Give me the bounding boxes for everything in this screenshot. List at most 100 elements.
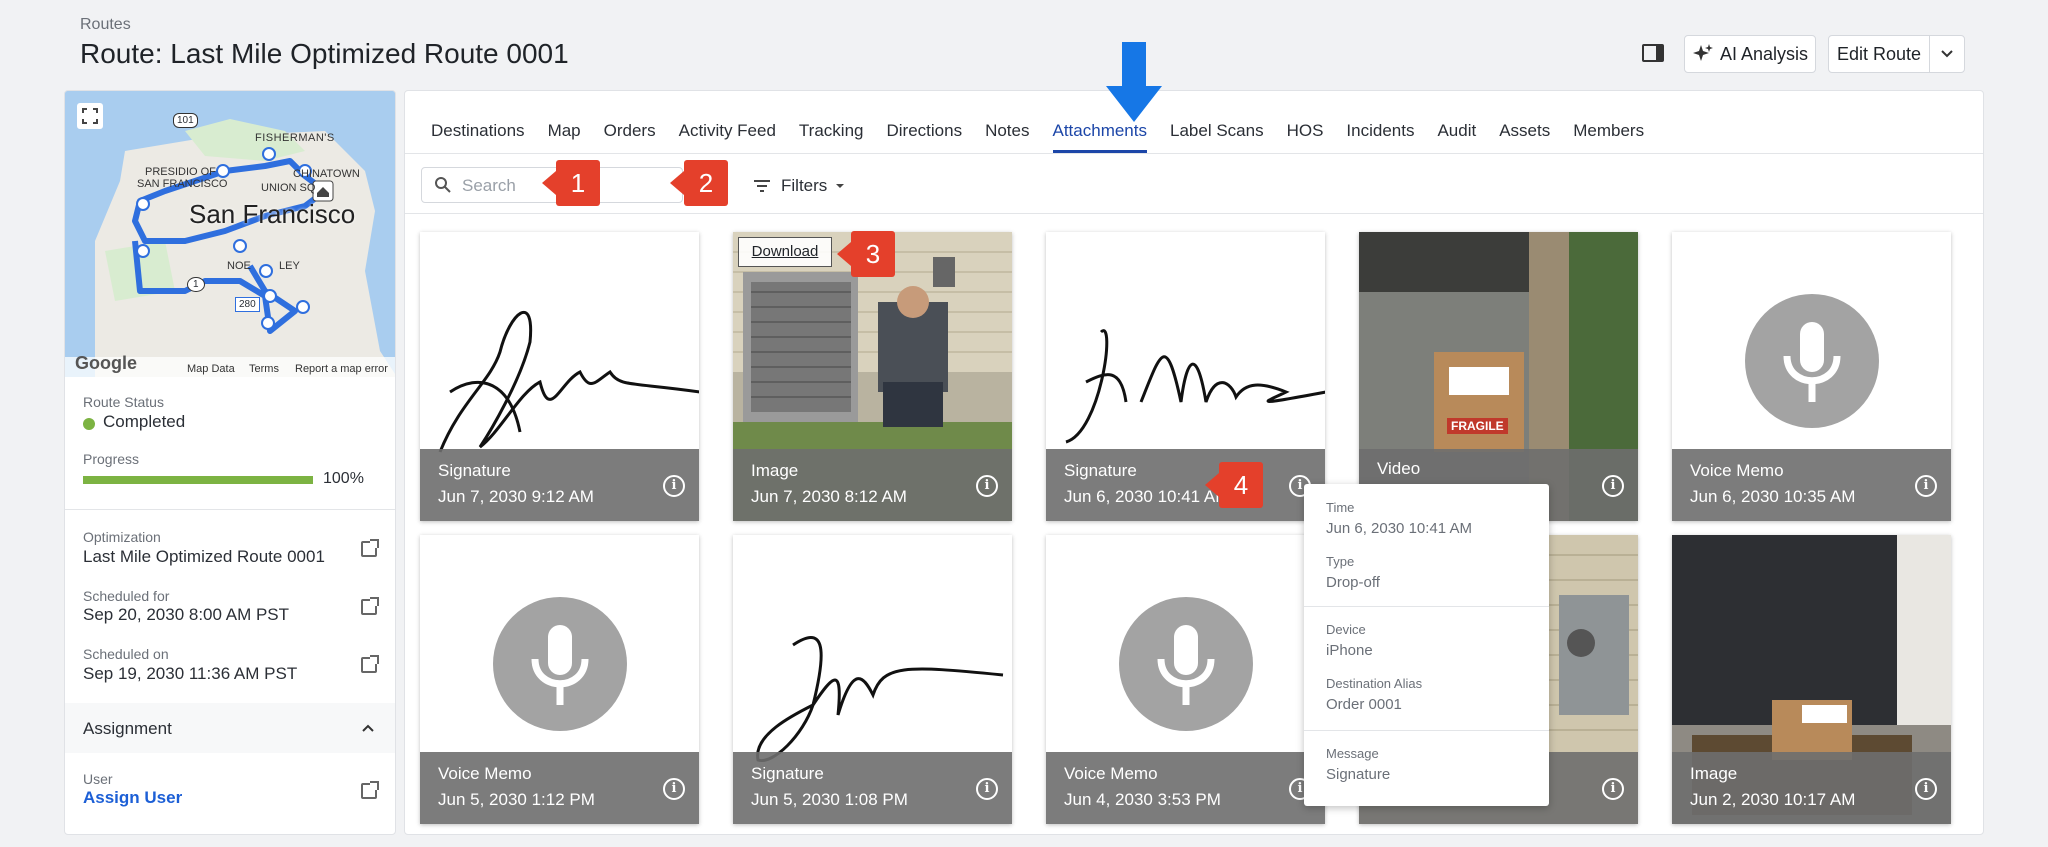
microphone-icon: [1118, 597, 1253, 731]
annotation-marker: 3: [837, 231, 895, 277]
annotation-marker-2: 2: [670, 160, 728, 206]
edit-route-button[interactable]: Edit Route: [1828, 35, 1930, 73]
open-scheduled-for-icon[interactable]: [361, 597, 379, 615]
tab-audit[interactable]: Audit: [1437, 121, 1476, 153]
page-title: Route: Last Mile Optimized Route 0001: [80, 38, 569, 69]
card-caption: Voice Memo Jun 6, 2030 10:35 AM i: [1672, 449, 1951, 521]
tab-members[interactable]: Members: [1573, 121, 1644, 153]
card-caption: Signature Jun 5, 2030 1:08 PM i: [733, 752, 1012, 824]
map-label: FISHERMAN'S: [255, 132, 335, 144]
road-badge: 1: [187, 277, 205, 292]
card-caption: Signature Jun 6, 2030 10:41 AM i: [1046, 449, 1325, 521]
edit-route-dropdown-button[interactable]: [1929, 35, 1965, 73]
attachment-card[interactable]: Signature Jun 5, 2030 1:08 PM i: [733, 535, 1012, 824]
annotation-marker: 1: [542, 160, 600, 206]
attachment-card[interactable]: FRAGILE Video i: [1359, 232, 1638, 521]
info-icon[interactable]: i: [1915, 475, 1937, 497]
annotation-marker-label: 2: [698, 168, 714, 198]
side-panel-toggle-icon[interactable]: [1642, 44, 1664, 62]
map-report-link[interactable]: Report a map error: [295, 363, 388, 375]
google-logo: Google: [75, 353, 137, 373]
tab-label-scans[interactable]: Label Scans: [1170, 121, 1264, 153]
tab-tracking[interactable]: Tracking: [799, 121, 864, 153]
open-optimization-icon[interactable]: [361, 539, 379, 557]
info-icon[interactable]: i: [663, 778, 685, 800]
progress-value: 100%: [323, 470, 364, 487]
attachment-card[interactable]: Voice Memo Jun 5, 2030 1:12 PM i: [420, 535, 699, 824]
card-type: Signature: [1064, 461, 1137, 480]
alias-value: Order 0001: [1326, 696, 1402, 713]
card-date: Jun 6, 2030 10:35 AM: [1690, 487, 1856, 506]
message-value: Signature: [1326, 766, 1391, 783]
info-icon[interactable]: i: [1602, 475, 1624, 497]
assign-user-link[interactable]: Assign User: [83, 788, 182, 808]
route-map[interactable]: San Francisco FISHERMAN'S PRESIDIO OF SA…: [65, 91, 395, 377]
time-value: Jun 6, 2030 10:41 AM: [1326, 520, 1472, 537]
card-caption: Image Jun 7, 2030 8:12 AM i: [733, 449, 1012, 521]
tab-activity-feed[interactable]: Activity Feed: [679, 121, 776, 153]
tab-map[interactable]: Map: [548, 121, 581, 153]
card-type: Signature: [438, 461, 511, 480]
attachment-card[interactable]: Voice Memo Jun 6, 2030 10:35 AM i: [1672, 232, 1951, 521]
ai-analysis-button[interactable]: AI Analysis: [1684, 35, 1816, 73]
attachment-card[interactable]: Signature Jun 6, 2030 10:41 AM i: [1046, 232, 1325, 521]
tab-assets[interactable]: Assets: [1499, 121, 1550, 153]
card-date: Jun 5, 2030 1:08 PM: [751, 790, 908, 809]
progress-bar-fill: [83, 476, 313, 484]
fragile-label: FRAGILE: [1447, 418, 1508, 434]
info-icon[interactable]: i: [976, 778, 998, 800]
message-label: Message: [1326, 746, 1379, 761]
map-label: SAN FRANCISCO: [137, 178, 228, 190]
card-caption: Signature Jun 7, 2030 9:12 AM i: [420, 449, 699, 521]
optimization-value: Last Mile Optimized Route 0001: [83, 547, 325, 566]
tab-notes[interactable]: Notes: [985, 121, 1029, 153]
open-user-icon[interactable]: [361, 781, 379, 799]
device-label: Device: [1326, 622, 1366, 637]
tab-orders[interactable]: Orders: [604, 121, 656, 153]
card-date: Jun 4, 2030 3:53 PM: [1064, 790, 1221, 809]
info-icon[interactable]: i: [1602, 778, 1624, 800]
scheduled-on-label: Scheduled on: [83, 646, 169, 662]
breadcrumb[interactable]: Routes: [80, 16, 131, 34]
microphone-icon: [1744, 294, 1879, 428]
down-arrow-icon: [1106, 42, 1162, 122]
map-graphic: [65, 91, 395, 377]
sparkle-icon: [1692, 44, 1713, 61]
assignment-header[interactable]: Assignment: [65, 703, 395, 753]
info-icon[interactable]: i: [976, 475, 998, 497]
progress-label: Progress: [83, 451, 140, 467]
attachment-card[interactable]: Signature Jun 7, 2030 9:12 AM i: [420, 232, 699, 521]
attachment-card[interactable]: Image Jun 2, 2030 10:17 AM i: [1672, 535, 1951, 824]
attachment-info-popup: Time Jun 6, 2030 10:41 AM Type Drop-off …: [1304, 484, 1549, 806]
divider: [405, 213, 1983, 214]
progress-bar: [83, 476, 313, 484]
divider: [405, 153, 1983, 154]
map-label: PRESIDIO OF: [145, 166, 216, 178]
attachment-card[interactable]: Voice Memo Jun 4, 2030 3:53 PM i: [1046, 535, 1325, 824]
divider: [1304, 606, 1549, 607]
search-icon: [435, 177, 451, 193]
tab-attachments[interactable]: Attachments: [1052, 121, 1147, 153]
microphone-icon: [492, 597, 627, 731]
optimization-label: Optimization: [83, 529, 161, 545]
tab-directions[interactable]: Directions: [886, 121, 962, 153]
map-terms-link[interactable]: Terms: [249, 363, 279, 375]
tab-destinations[interactable]: Destinations: [431, 121, 525, 153]
tab-bar: Destinations Map Orders Activity Feed Tracki…: [431, 121, 1667, 153]
filters-button[interactable]: Filters: [753, 171, 845, 201]
route-status-label: Route Status: [83, 394, 164, 410]
map-data-link[interactable]: Map Data: [187, 363, 235, 375]
caret-down-icon: [836, 184, 845, 188]
tab-incidents[interactable]: Incidents: [1346, 121, 1414, 153]
card-type: Voice Memo: [1690, 461, 1784, 480]
card-type: Signature: [751, 764, 824, 783]
ai-analysis-label: AI Analysis: [1719, 43, 1809, 64]
open-scheduled-on-icon[interactable]: [361, 655, 379, 673]
card-date: Jun 7, 2030 8:12 AM: [751, 487, 907, 506]
download-button[interactable]: Download: [738, 237, 832, 267]
info-icon[interactable]: i: [1915, 778, 1937, 800]
tab-hos[interactable]: HOS: [1287, 121, 1324, 153]
info-icon[interactable]: i: [663, 475, 685, 497]
route-summary-panel: San Francisco FISHERMAN'S PRESIDIO OF SA…: [64, 90, 396, 835]
time-label: Time: [1326, 500, 1355, 515]
